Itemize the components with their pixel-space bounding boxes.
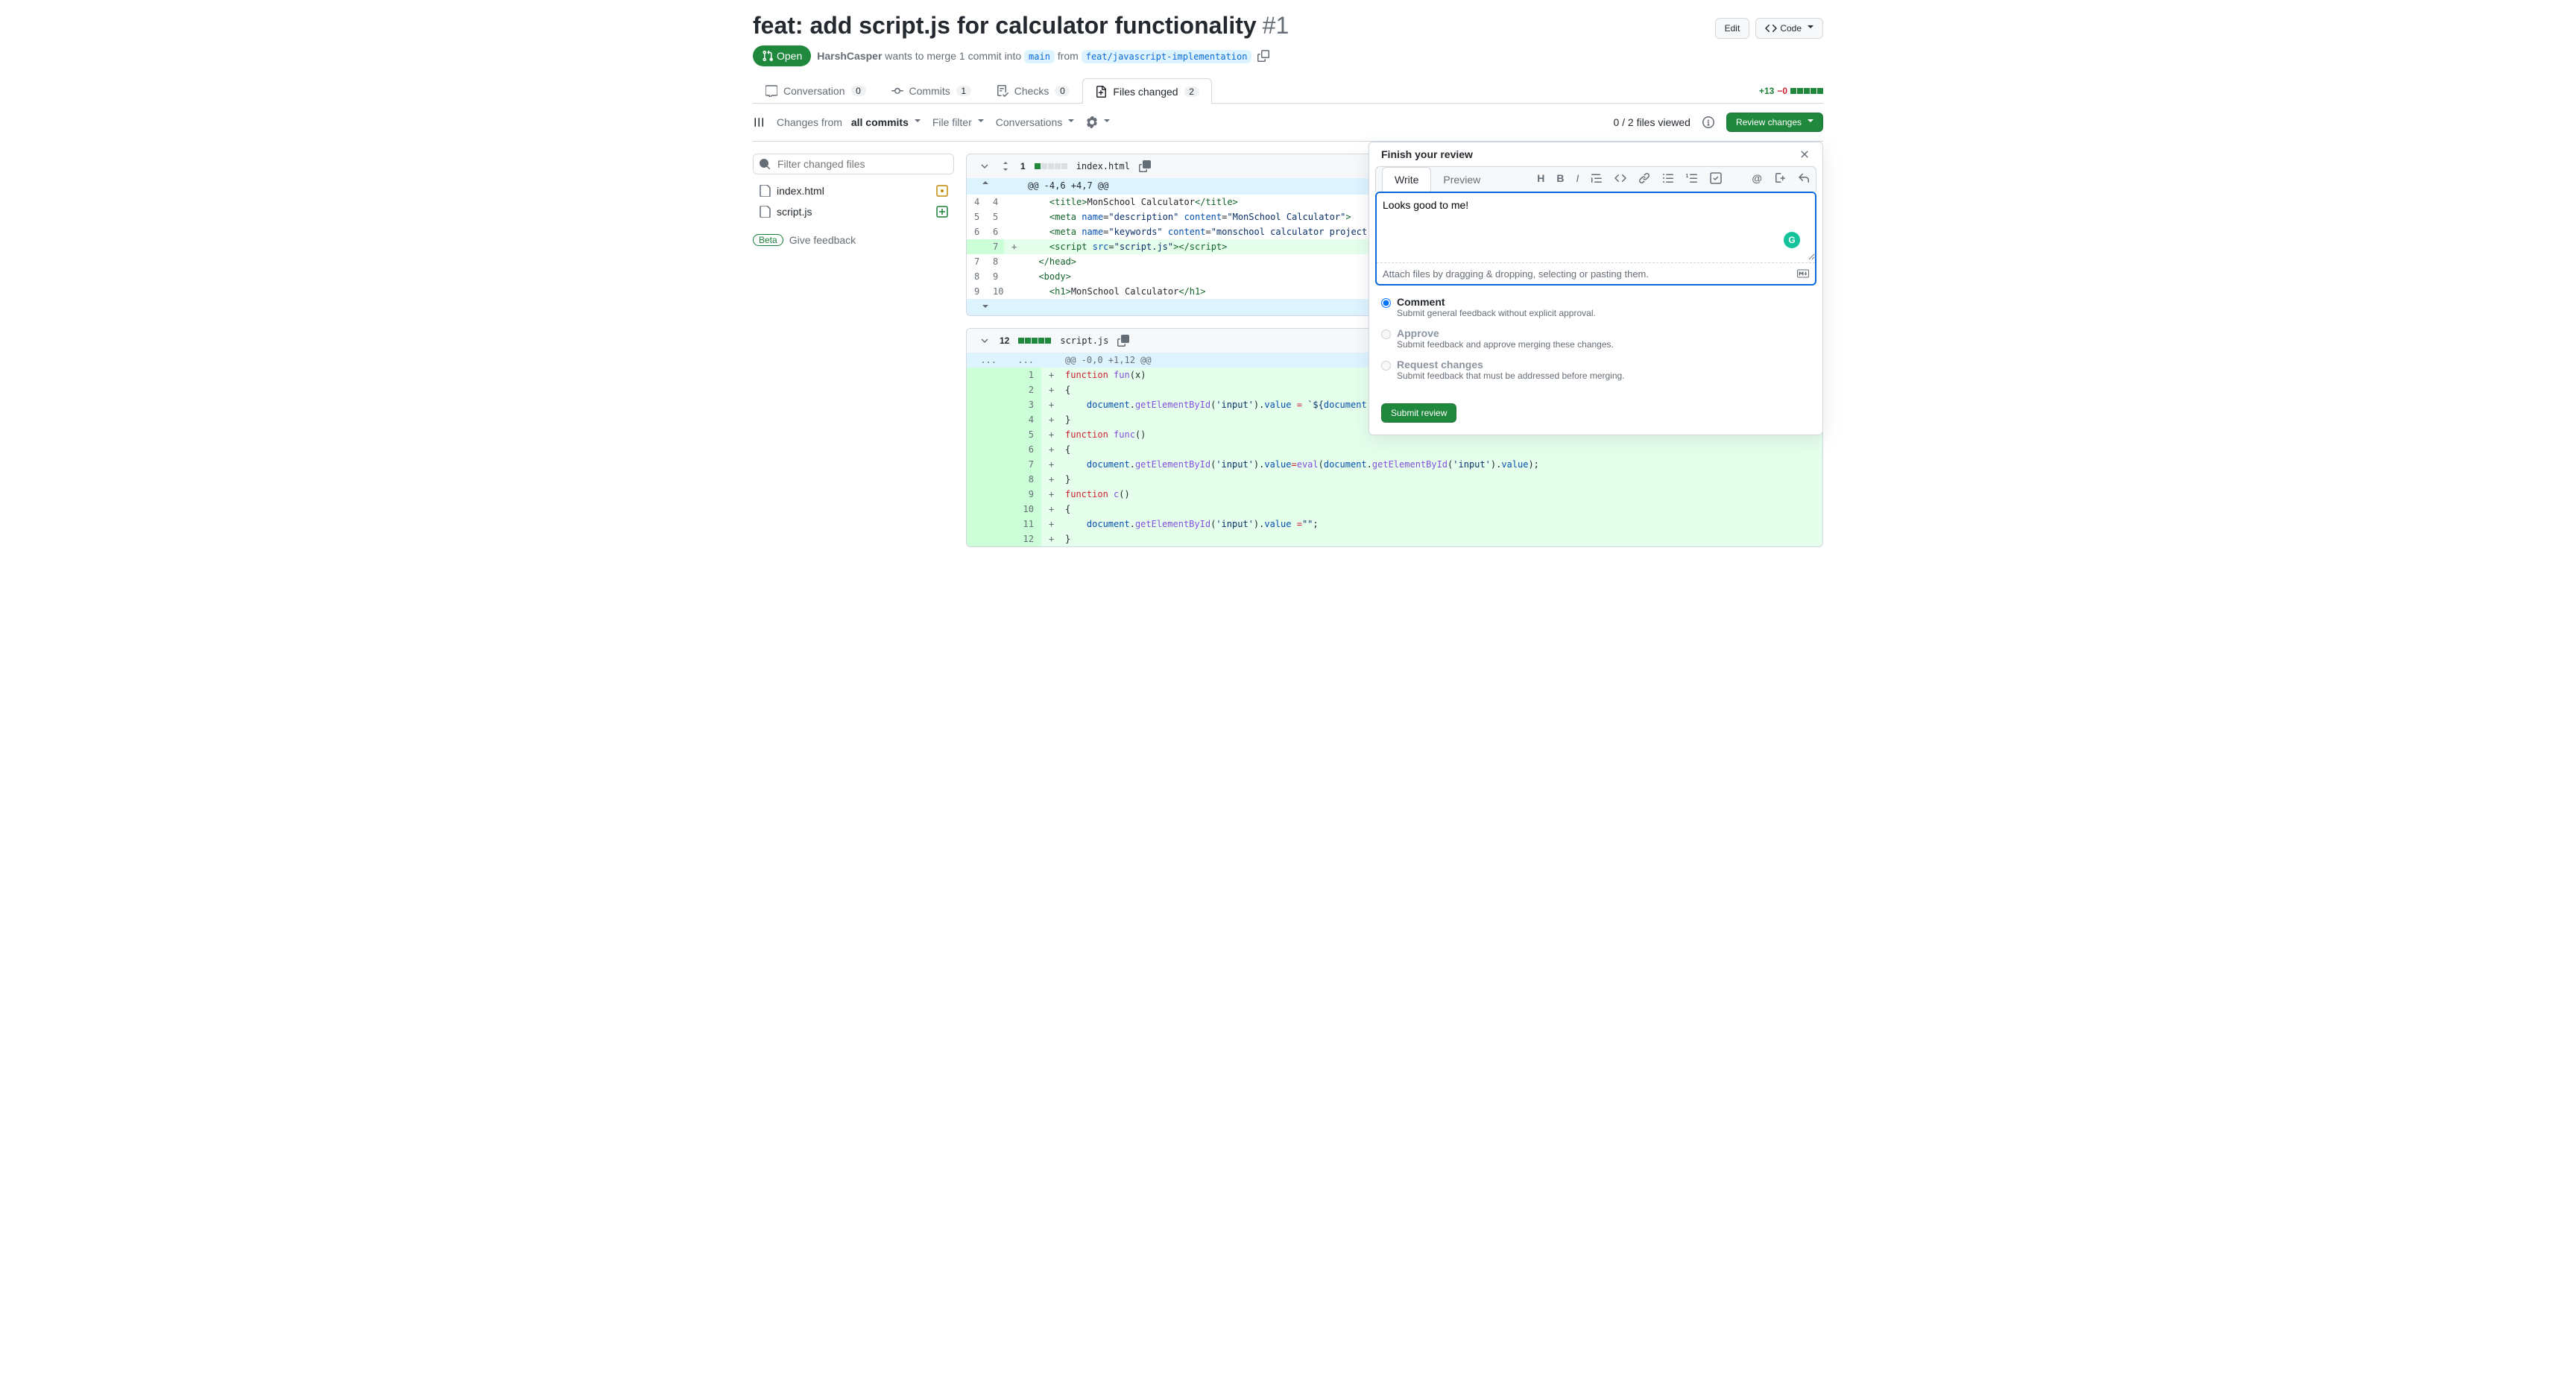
review-comment-textarea[interactable] bbox=[1377, 193, 1815, 260]
italic-icon[interactable]: I bbox=[1576, 172, 1579, 186]
head-branch[interactable]: feat/javascript-implementation bbox=[1082, 50, 1252, 63]
ordered-list-icon[interactable] bbox=[1686, 172, 1698, 186]
unordered-list-icon[interactable] bbox=[1662, 172, 1674, 186]
grammarly-icon[interactable]: G bbox=[1784, 232, 1800, 248]
filter-files-input[interactable] bbox=[753, 154, 954, 174]
pr-author[interactable]: HarshCasper bbox=[817, 50, 882, 62]
bold-icon[interactable]: B bbox=[1556, 172, 1564, 186]
diffstat-blocks bbox=[1035, 163, 1067, 169]
gear-icon bbox=[1086, 116, 1098, 128]
pr-header: feat: add script.js for calculator funct… bbox=[753, 12, 1823, 66]
diff-line[interactable]: 6+{ bbox=[967, 442, 1822, 457]
cross-reference-icon[interactable] bbox=[1774, 172, 1786, 186]
diff-line[interactable]: 8+} bbox=[967, 472, 1822, 487]
git-commit-icon bbox=[891, 85, 903, 97]
code-icon bbox=[1765, 22, 1777, 34]
review-option-comment[interactable]: Comment Submit general feedback without … bbox=[1381, 291, 1811, 323]
write-tab[interactable]: Write bbox=[1382, 167, 1431, 192]
search-icon bbox=[759, 158, 771, 170]
added-icon bbox=[936, 206, 948, 218]
preview-tab[interactable]: Preview bbox=[1431, 168, 1492, 192]
pr-tabs: Conversation 0 Commits 1 Checks 0 Files … bbox=[753, 78, 1823, 104]
changes-from-dropdown[interactable]: Changes from all commits bbox=[777, 116, 921, 128]
link-icon[interactable] bbox=[1638, 172, 1650, 186]
chevron-down-icon bbox=[979, 335, 991, 347]
diff-area: 1 index.html @@ -4,6 +4,7 @@44 <title>Mo… bbox=[966, 154, 1823, 559]
state-badge: Open bbox=[753, 45, 811, 66]
file-name[interactable]: index.html bbox=[1076, 161, 1130, 171]
file-tree-item[interactable]: index.html bbox=[753, 180, 954, 201]
copy-icon[interactable] bbox=[1117, 335, 1129, 347]
chevron-down-icon bbox=[979, 160, 991, 172]
info-icon[interactable] bbox=[1702, 116, 1714, 128]
pr-number: #1 bbox=[1263, 12, 1289, 40]
file-icon bbox=[759, 206, 771, 218]
file-diff-icon bbox=[1095, 86, 1107, 98]
diff-toolbar: Changes from all commits File filter Con… bbox=[753, 104, 1823, 142]
quote-icon[interactable] bbox=[1591, 172, 1603, 186]
diffstat-blocks bbox=[1018, 338, 1051, 344]
files-viewed-text: 0 / 2 files viewed bbox=[1613, 116, 1690, 128]
tab-conversation[interactable]: Conversation 0 bbox=[753, 78, 879, 103]
tasklist-icon[interactable] bbox=[1710, 172, 1722, 186]
review-popup: Finish your review Write Preview H B I bbox=[1368, 142, 1823, 435]
git-pull-request-icon bbox=[762, 50, 774, 62]
file-tree-item[interactable]: script.js bbox=[753, 201, 954, 222]
submit-review-button[interactable]: Submit review bbox=[1381, 403, 1456, 423]
collapse-toggle[interactable] bbox=[979, 335, 991, 347]
settings-dropdown[interactable] bbox=[1086, 116, 1110, 128]
modified-icon bbox=[936, 185, 948, 197]
beta-badge: Beta bbox=[753, 234, 783, 246]
sidebar-toggle-icon[interactable] bbox=[753, 116, 765, 128]
collapse-toggle[interactable] bbox=[979, 160, 991, 172]
edit-button[interactable]: Edit bbox=[1715, 18, 1750, 39]
checklist-icon bbox=[997, 85, 1008, 97]
file-icon bbox=[759, 185, 771, 197]
give-feedback-link[interactable]: Give feedback bbox=[789, 234, 856, 246]
heading-icon[interactable]: H bbox=[1537, 172, 1544, 186]
markdown-icon[interactable] bbox=[1797, 268, 1809, 280]
review-changes-button[interactable]: Review changes bbox=[1726, 113, 1823, 132]
copy-icon[interactable] bbox=[1139, 160, 1151, 172]
diffstat: +13 −0 bbox=[1759, 86, 1823, 96]
file-tree-sidebar: index.html script.js Beta Give feedback bbox=[753, 154, 954, 559]
tab-checks[interactable]: Checks 0 bbox=[984, 78, 1083, 103]
mention-icon[interactable]: @ bbox=[1752, 172, 1762, 186]
attach-hint-text[interactable]: Attach files by dragging & dropping, sel… bbox=[1383, 268, 1649, 280]
close-icon[interactable] bbox=[1799, 148, 1811, 160]
tab-files-changed[interactable]: Files changed 2 bbox=[1082, 78, 1211, 104]
pr-title: feat: add script.js for calculator funct… bbox=[753, 12, 1823, 40]
diff-line[interactable]: 11+ document.getElementById('input').val… bbox=[967, 517, 1822, 532]
expand-all-icon[interactable] bbox=[1000, 160, 1011, 172]
tab-commits[interactable]: Commits 1 bbox=[879, 78, 984, 103]
comment-discussion-icon bbox=[765, 85, 777, 97]
conversations-dropdown[interactable]: Conversations bbox=[996, 116, 1075, 128]
copy-icon[interactable] bbox=[1257, 50, 1269, 62]
reply-icon[interactable] bbox=[1798, 172, 1810, 186]
review-option-request-changes: Request changes Submit feedback that mus… bbox=[1381, 354, 1811, 385]
file-name[interactable]: script.js bbox=[1060, 335, 1108, 346]
code-icon[interactable] bbox=[1614, 172, 1626, 186]
file-filter-dropdown[interactable]: File filter bbox=[932, 116, 984, 128]
diff-line[interactable]: 12+} bbox=[967, 532, 1822, 546]
code-button[interactable]: Code bbox=[1755, 18, 1823, 39]
diff-line[interactable]: 9+function c() bbox=[967, 487, 1822, 502]
base-branch[interactable]: main bbox=[1024, 50, 1055, 63]
diff-line[interactable]: 7+ document.getElementById('input').valu… bbox=[967, 457, 1822, 472]
popup-title: Finish your review bbox=[1381, 148, 1473, 160]
review-option-approve: Approve Submit feedback and approve merg… bbox=[1381, 323, 1811, 354]
diff-line[interactable]: 10+{ bbox=[967, 502, 1822, 517]
